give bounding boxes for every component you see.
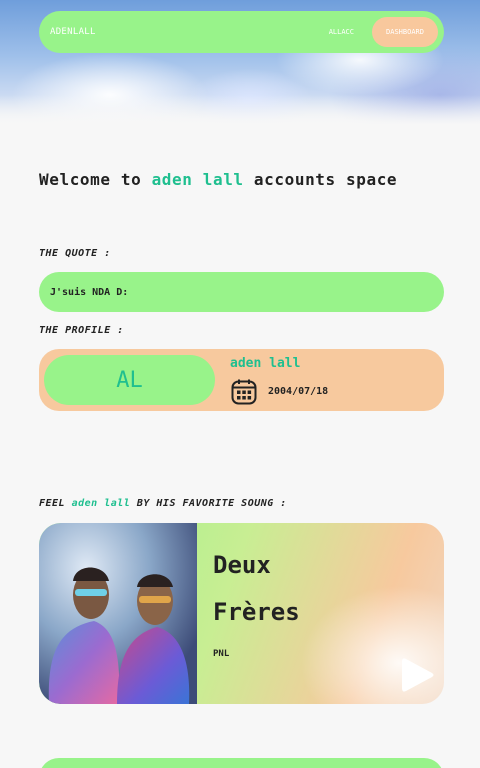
profile-name: aden lall [230, 356, 301, 371]
calendar-icon [231, 379, 257, 405]
hero-fade [0, 95, 480, 125]
quote-label: THE QUOTE : [39, 248, 111, 259]
brand-link[interactable]: ADENLALL [50, 27, 329, 37]
avatar-initials: AL [116, 367, 143, 393]
profile-label: THE PROFILE : [39, 325, 124, 336]
nav-link-allacc[interactable]: ALLACC [329, 28, 354, 36]
song-title-line2: Frères [213, 598, 300, 626]
welcome-suffix: accounts space [253, 170, 398, 189]
album-cover [39, 523, 197, 704]
song-label-name: aden lall [71, 498, 131, 509]
favorite-song-card: Deux Frères PNL [39, 523, 444, 704]
song-artist: PNL [213, 649, 230, 659]
welcome-name: aden lall [151, 170, 244, 189]
welcome-prefix: Welcome to [39, 170, 142, 189]
play-icon[interactable] [400, 655, 436, 695]
avatar: AL [44, 355, 215, 405]
dashboard-button[interactable]: DASHBOARD [372, 17, 438, 47]
page-title: Welcome to aden lall accounts space [39, 170, 397, 189]
quote-text: J'suis NDA D: [50, 286, 129, 298]
top-navbar: ADENLALL ALLACC DASHBOARD [39, 11, 444, 53]
profile-birthdate: 2004/07/18 [268, 386, 329, 397]
quote-box: J'suis NDA D: [39, 272, 444, 312]
next-section-card [39, 758, 444, 768]
profile-card: AL aden lall 2004/07/18 [39, 349, 444, 411]
song-section-label: FEEL aden lall BY HIS FAVORITE SOUNG : [39, 498, 287, 509]
song-title-line1: Deux [213, 551, 271, 579]
song-label-prefix: FEEL [39, 498, 66, 509]
song-label-suffix: BY HIS FAVORITE SOUNG : [136, 498, 287, 509]
